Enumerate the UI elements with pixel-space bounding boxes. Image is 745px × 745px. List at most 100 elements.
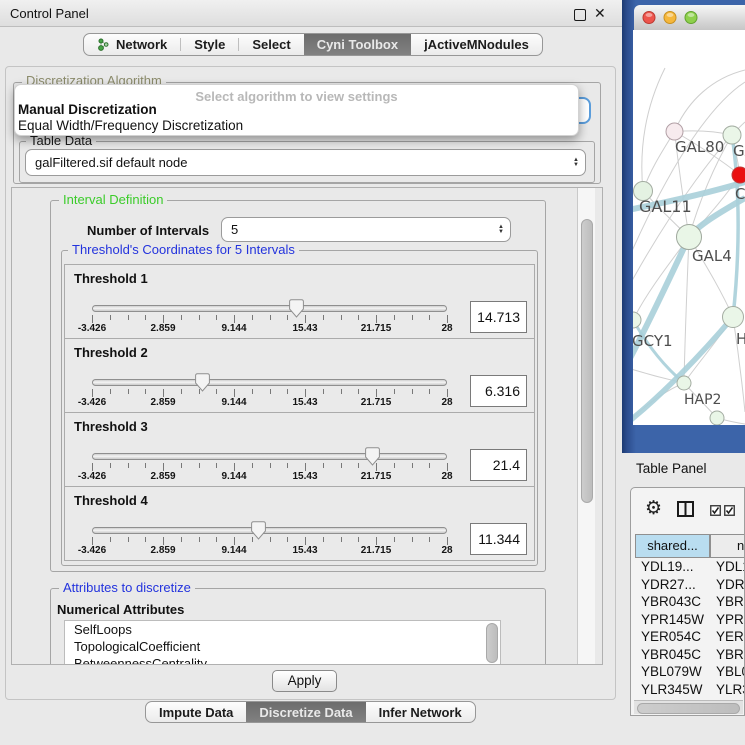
float-window-icon[interactable]	[574, 9, 586, 21]
network-edge-thick[interactable]	[633, 320, 684, 383]
split-columns-icon[interactable]	[677, 501, 694, 517]
slider-tick	[305, 463, 306, 471]
slider-tick	[376, 315, 377, 323]
threshold-slider-thumb[interactable]	[195, 373, 210, 395]
numerical-attributes-list[interactable]: SelfLoopsTopologicalCoefficientBetweenne…	[64, 620, 501, 665]
slider-tick	[412, 463, 413, 468]
slider-tick	[216, 537, 217, 542]
cell-shared-name: YBL079W	[641, 663, 702, 681]
slider-tick-label: 2.859	[150, 545, 175, 556]
table-data-combobox[interactable]: galFiltered.sif default node ▲▼	[25, 149, 586, 176]
slider-tick	[305, 537, 306, 545]
threshold-value-field[interactable]: 11.344	[470, 523, 527, 555]
network-node[interactable]	[677, 376, 691, 390]
slider-tick	[199, 463, 200, 468]
table-scrollbar-thumb[interactable]	[637, 703, 740, 714]
settings-scrollbar-thumb[interactable]	[581, 219, 593, 503]
algorithm-option[interactable]: Manual Discretization	[18, 102, 157, 117]
network-edge[interactable]	[642, 68, 665, 191]
table-horizontal-scrollbar[interactable]	[634, 700, 743, 714]
network-node[interactable]	[723, 307, 744, 328]
table-row[interactable]: YLR345WYLR3	[631, 681, 745, 699]
network-graph[interactable]: GAL80GACGAL11GAL4GCY1HHAP2	[633, 30, 745, 425]
slider-tick	[234, 389, 235, 397]
table-panel-window: ⚙ shared...n YDL19...YDL1YDR27...YDR2YBR…	[630, 487, 745, 716]
attribute-item[interactable]: TopologicalCoefficient	[65, 638, 500, 655]
slider-tick	[447, 315, 448, 323]
attributes-list-scrollbar[interactable]	[486, 623, 498, 663]
network-edge[interactable]	[633, 383, 684, 422]
table-data-group-title: Table Data	[26, 134, 96, 148]
table-row[interactable]: YBR045CYBR0	[631, 646, 745, 664]
control-panel-tabbar: NetworkStyleSelectCyni ToolboxjActiveMNo…	[83, 33, 543, 56]
network-node[interactable]	[732, 167, 745, 183]
network-edge[interactable]	[643, 132, 675, 192]
threshold-slider-track[interactable]	[92, 305, 447, 312]
slider-tick	[181, 389, 182, 394]
attribute-item[interactable]: BetweennessCentrality	[65, 655, 500, 665]
checkbox-icon[interactable]	[710, 505, 721, 516]
network-node[interactable]	[633, 312, 641, 328]
tab-select[interactable]: Select	[239, 34, 303, 55]
slider-tick	[199, 537, 200, 542]
slider-tick	[447, 463, 448, 471]
table-row[interactable]: YPR145WYPR1	[631, 611, 745, 629]
slider-tick-label: 9.144	[221, 323, 246, 334]
threshold-slider-track[interactable]	[92, 453, 447, 460]
slider-tick	[199, 315, 200, 320]
slider-tick	[412, 315, 413, 320]
tab-discretize-data[interactable]: Discretize Data	[246, 702, 365, 722]
number-of-intervals-combobox[interactable]: 5 ▲▼	[221, 217, 511, 242]
tab-infer-network[interactable]: Infer Network	[366, 702, 475, 722]
gear-icon[interactable]: ⚙	[645, 499, 662, 518]
tab-cyni-toolbox[interactable]: Cyni Toolbox	[304, 34, 411, 55]
threshold-slider-thumb[interactable]	[251, 521, 266, 543]
screen: Control Panel ✕ NetworkStyleSelectCyni T…	[0, 0, 745, 745]
network-node[interactable]	[677, 225, 702, 250]
table-row[interactable]: YDR27...YDR2	[631, 576, 745, 594]
network-edge[interactable]	[684, 237, 689, 383]
tab-network[interactable]: Network	[84, 34, 180, 55]
settings-vertical-scrollbar[interactable]	[577, 188, 595, 665]
algorithm-option[interactable]: Equal Width/Frequency Discretization	[18, 118, 243, 133]
network-view[interactable]: GAL80GACGAL11GAL4GCY1HHAP2	[633, 30, 745, 425]
threshold-value-field[interactable]: 6.316	[470, 375, 527, 407]
threshold-slider-thumb[interactable]	[365, 447, 380, 469]
slider-thumb-icon	[289, 299, 304, 318]
traffic-light-buttons[interactable]	[634, 5, 704, 30]
slider-tick	[216, 463, 217, 468]
tab-label: Discretize Data	[259, 705, 352, 720]
cell-shared-name: YDR27...	[641, 576, 696, 594]
tab-impute-data[interactable]: Impute Data	[146, 702, 246, 722]
slider-tick-label: 9.144	[221, 397, 246, 408]
threshold-slider-track[interactable]	[92, 379, 447, 386]
close-icon[interactable]: ✕	[594, 5, 606, 22]
tab-jactivemnodules[interactable]: jActiveMNodules	[411, 34, 542, 55]
table-row[interactable]: YER054CYER0	[631, 628, 745, 646]
table-column-header[interactable]: shared...	[635, 534, 710, 558]
threshold-value-field[interactable]: 14.713	[470, 301, 527, 333]
slider-tick	[163, 315, 164, 323]
network-edge[interactable]	[675, 70, 745, 132]
slider-tick	[110, 315, 111, 320]
threshold-slider-thumb[interactable]	[289, 299, 304, 321]
table-row[interactable]: YBR043CYBR0	[631, 593, 745, 611]
table-row[interactable]: YDL19...YDL1	[631, 558, 745, 576]
interval-definition-group-title: Interval Definition	[59, 193, 167, 207]
tab-style[interactable]: Style	[181, 34, 238, 55]
slider-tick	[92, 389, 93, 397]
attribute-item[interactable]: SelfLoops	[65, 621, 500, 638]
checkbox-icon[interactable]	[724, 505, 735, 516]
apply-button[interactable]: Apply	[272, 670, 337, 692]
slider-tick	[429, 537, 430, 542]
table-column-header[interactable]: n	[710, 534, 745, 558]
network-node[interactable]	[710, 411, 724, 425]
network-edge-thick[interactable]	[732, 135, 738, 317]
table-row[interactable]: YBL079WYBL0	[631, 663, 745, 681]
slider-tick	[412, 537, 413, 542]
slider-tick-label: 15.43	[292, 545, 317, 556]
slider-tick	[145, 315, 146, 320]
threshold-value-field[interactable]: 21.4	[470, 449, 527, 481]
network-node-label: C	[735, 185, 745, 203]
threshold-slider-track[interactable]	[92, 527, 447, 534]
